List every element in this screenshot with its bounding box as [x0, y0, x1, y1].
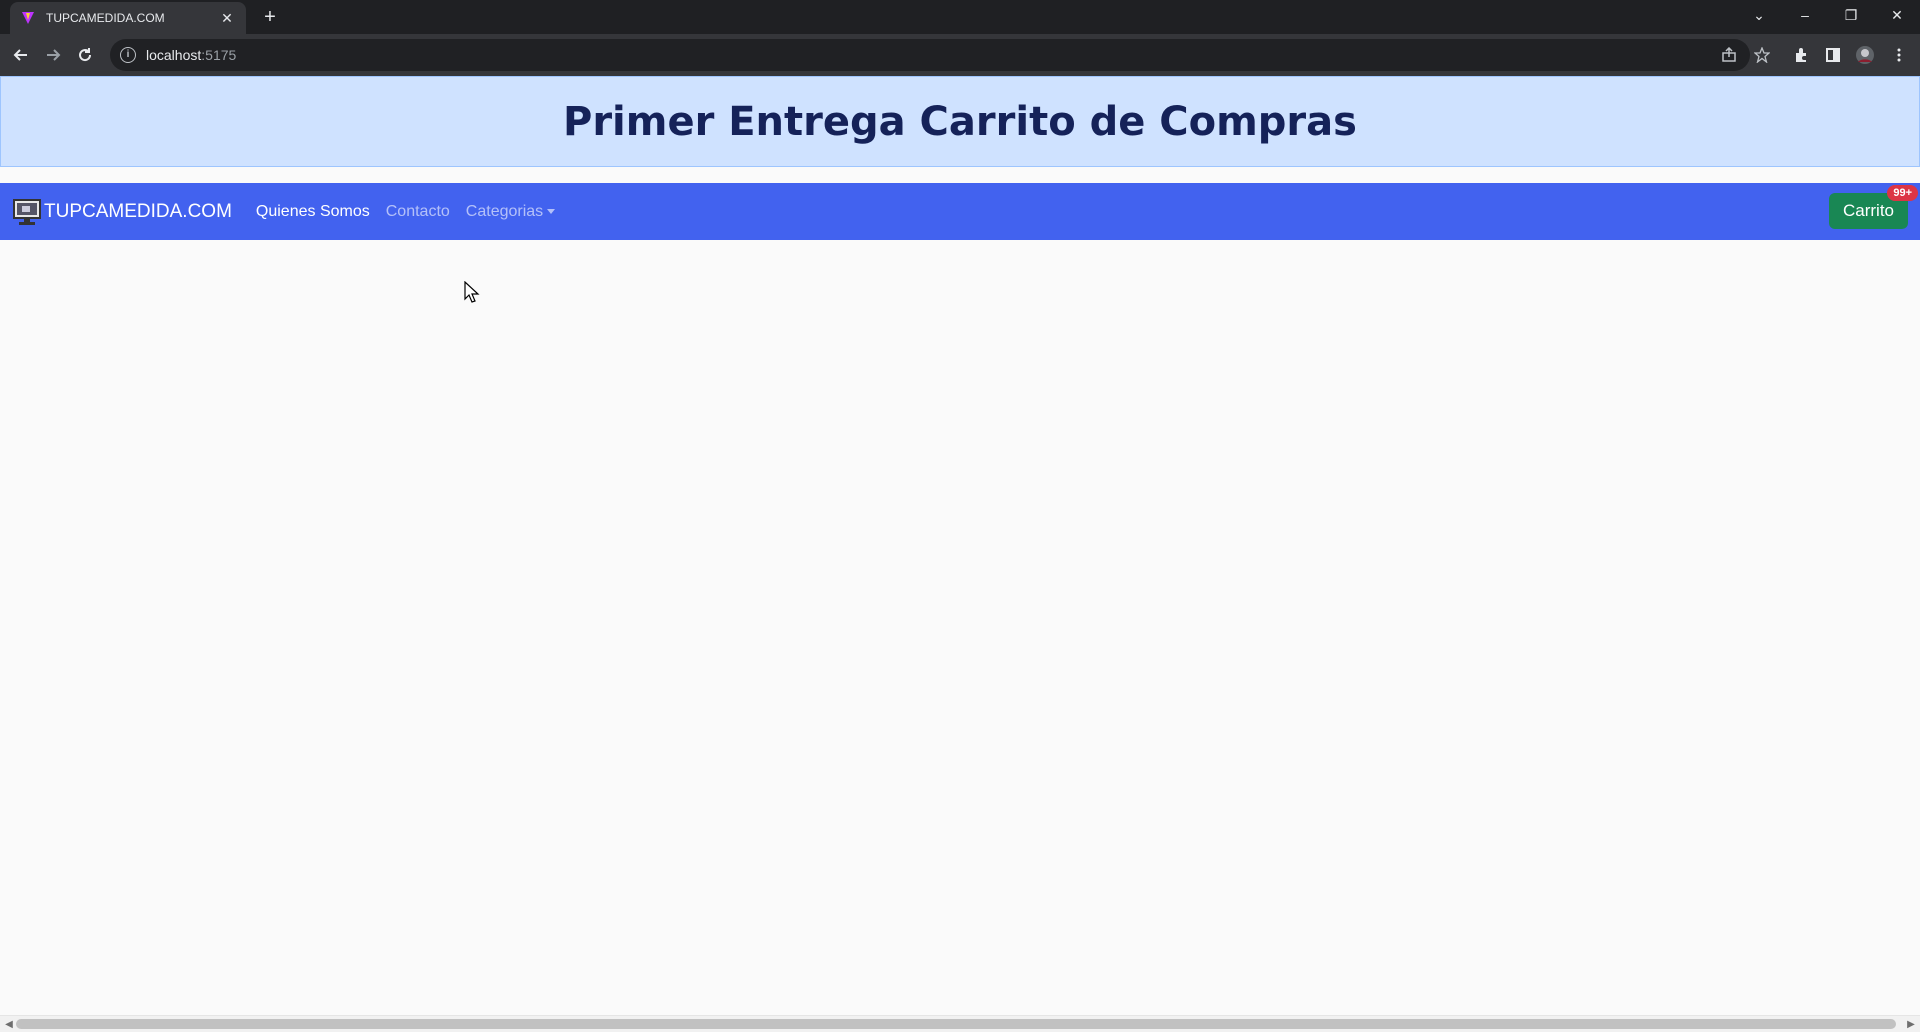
page-viewport: Primer Entrega Carrito de Compras TUPCAM… — [0, 76, 1920, 1032]
hero-banner: Primer Entrega Carrito de Compras — [0, 76, 1920, 167]
reload-icon[interactable] — [72, 42, 98, 68]
nav-dropdown-categorias[interactable]: Categorias — [465, 202, 556, 221]
nav-link-contacto[interactable]: Contacto — [386, 203, 450, 221]
site-info-icon[interactable]: i — [120, 47, 136, 63]
vite-favicon-icon — [20, 10, 36, 26]
back-icon[interactable] — [8, 42, 34, 68]
scroll-right-icon[interactable]: ▶ — [1904, 1018, 1918, 1032]
brand-logo-icon — [13, 198, 41, 225]
scroll-left-icon[interactable]: ◀ — [2, 1018, 16, 1032]
cart-wrapper: Carrito 99+ — [1828, 185, 1918, 229]
scrollbar-thumb[interactable] — [16, 1019, 1896, 1029]
tab-title: TUPCAMEDIDA.COM — [46, 11, 165, 25]
minimize-button[interactable]: – — [1782, 0, 1828, 30]
restore-button[interactable]: ❐ — [1828, 0, 1874, 30]
extensions-icon[interactable] — [1790, 44, 1812, 66]
nav-link-quienes-somos[interactable]: Quienes Somos — [256, 203, 370, 221]
tab-close-icon[interactable]: ✕ — [218, 10, 236, 27]
share-icon[interactable] — [1718, 44, 1740, 66]
browser-tabbar: TUPCAMEDIDA.COM ✕ + ⌄ – ❐ ✕ — [0, 0, 1920, 34]
forward-icon[interactable] — [40, 42, 66, 68]
profile-avatar-icon[interactable] — [1854, 44, 1876, 66]
caret-down-icon — [547, 208, 556, 214]
url-port: :5175 — [201, 47, 237, 63]
browser-toolbar: i localhost:5175 — [0, 34, 1920, 76]
url-host: localhost — [146, 47, 202, 63]
side-panel-icon[interactable] — [1822, 44, 1844, 66]
browser-tab[interactable]: TUPCAMEDIDA.COM ✕ — [10, 2, 246, 34]
bookmark-star-icon[interactable] — [1751, 44, 1773, 66]
page-title: Primer Entrega Carrito de Compras — [563, 98, 1357, 145]
brand-link[interactable]: TUPCAMEDIDA.COM — [12, 197, 232, 227]
tab-search-icon[interactable]: ⌄ — [1736, 0, 1782, 30]
cart-count-badge: 99+ — [1887, 185, 1918, 201]
main-navbar: TUPCAMEDIDA.COM Quienes Somos Contacto C… — [0, 183, 1920, 240]
new-tab-button[interactable]: + — [258, 5, 282, 29]
horizontal-scrollbar[interactable]: ◀ ▶ — [0, 1015, 1920, 1032]
nav-dropdown-label: Categorias — [465, 202, 544, 220]
browser-menu-icon[interactable] — [1888, 44, 1910, 66]
address-bar[interactable]: i localhost:5175 — [110, 39, 1750, 71]
mouse-pointer-icon — [464, 280, 480, 308]
brand-name: TUPCAMEDIDA.COM — [44, 200, 232, 222]
close-window-button[interactable]: ✕ — [1874, 0, 1920, 30]
